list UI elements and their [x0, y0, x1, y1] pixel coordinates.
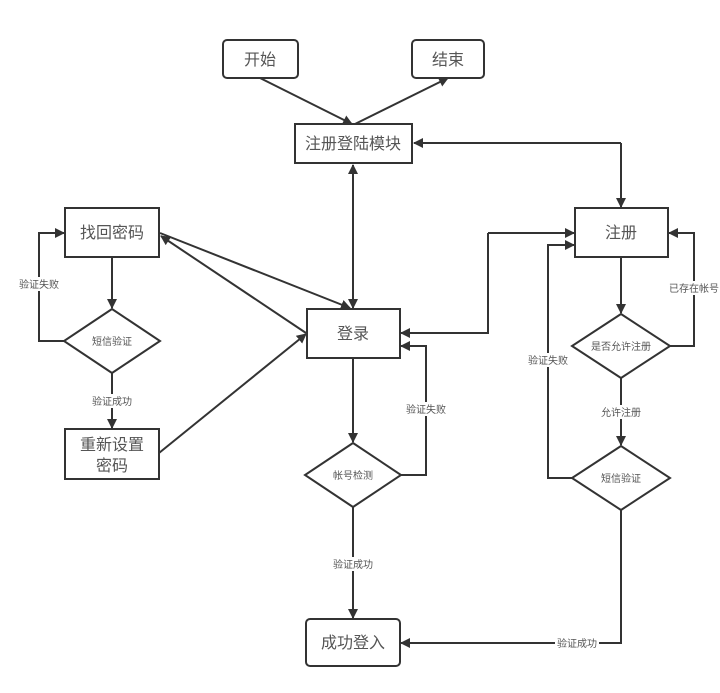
edge-sms-success-to-login-success [400, 510, 622, 648]
edge-label-reg-fail: 验证失败 [528, 354, 568, 367]
node-module[interactable]: 注册登陆模块 [294, 123, 413, 164]
edge-recover-to-login [159, 232, 351, 310]
edge-label-left-fail: 验证失败 [19, 278, 59, 291]
node-reset[interactable]: 重新设置 密码 [64, 428, 160, 480]
edge-reset-to-login [158, 333, 307, 454]
node-sms-left-label: 短信验证 [92, 335, 132, 348]
edge-module-to-end [354, 77, 449, 125]
node-sms-right-label: 短信验证 [601, 472, 641, 485]
node-register[interactable]: 注册 [574, 207, 669, 258]
node-account-check[interactable]: 帐号检测 [303, 441, 403, 509]
edge-label-login-fail: 验证失败 [406, 403, 446, 416]
node-end[interactable]: 结束 [411, 39, 485, 79]
node-end-label: 结束 [432, 50, 464, 69]
edge-start-to-module [259, 77, 353, 125]
edge-label-allowed: 允许注册 [601, 406, 641, 419]
edge-register-to-login [400, 233, 489, 338]
node-allow-register-label: 是否允许注册 [591, 340, 651, 353]
node-start-label: 开始 [244, 50, 276, 69]
node-reset-label-line2: 密码 [96, 456, 128, 475]
node-login-success[interactable]: 成功登入 [305, 618, 401, 667]
edge-label-reg-success: 验证成功 [557, 637, 597, 650]
edge-label-exists: 已存在帐号 [669, 282, 719, 295]
node-account-check-label: 帐号检测 [333, 469, 373, 482]
node-recover[interactable]: 找回密码 [64, 207, 160, 258]
edge-label-login-success: 验证成功 [333, 558, 373, 571]
node-login[interactable]: 登录 [306, 308, 401, 359]
edge-login-to-recover [160, 235, 307, 334]
node-login-success-label: 成功登入 [321, 633, 385, 652]
node-module-label: 注册登陆模块 [305, 134, 401, 153]
node-sms-right[interactable]: 短信验证 [570, 444, 672, 512]
node-allow-register[interactable]: 是否允许注册 [570, 312, 672, 380]
node-start[interactable]: 开始 [222, 39, 299, 79]
node-register-label: 注册 [605, 223, 637, 242]
node-login-label: 登录 [337, 324, 369, 343]
node-sms-left[interactable]: 短信验证 [62, 307, 162, 375]
node-recover-label: 找回密码 [80, 223, 144, 242]
node-reset-label-line1: 重新设置 [80, 435, 144, 454]
edge-label-left-success: 验证成功 [92, 395, 132, 408]
flowchart-canvas: 验证失败 验证成功 验证失败 验证成功 已存在帐号 验证失败 允许注册 验证成功… [17, 39, 720, 667]
